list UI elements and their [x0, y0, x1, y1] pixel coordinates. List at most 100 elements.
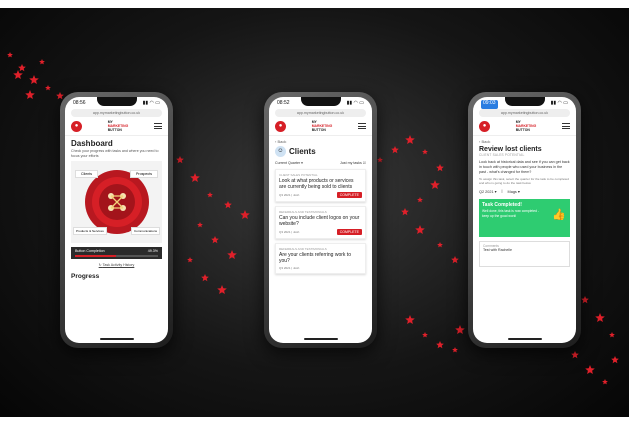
phone-task-detail: 09:03 ▮▮ ◠ ▭ app.mymarketingbutton.co.uk… — [468, 92, 581, 348]
star-icon — [585, 365, 595, 374]
completion-bar — [75, 255, 116, 258]
star-icon — [56, 92, 64, 100]
logo-icon[interactable]: ● — [71, 120, 82, 132]
button-visual: Clients Prospects Products & Services Co… — [71, 161, 162, 244]
hamburger-menu-icon[interactable] — [358, 122, 366, 131]
comments-box[interactable]: Comments Test with Rachelle — [479, 241, 570, 268]
url-bar[interactable]: app.mymarketingbutton.co.uk — [71, 109, 162, 117]
clients-icon: ☺ — [275, 146, 286, 157]
star-icon — [7, 52, 13, 58]
segment-prospects[interactable]: Prospects — [130, 170, 158, 179]
status-time: 08:56 — [73, 100, 86, 106]
star-icon — [602, 379, 608, 385]
star-icon — [422, 149, 428, 155]
segment-communications[interactable]: Communications — [130, 227, 160, 236]
page-subtitle: Check your progress with tasks and where… — [71, 149, 159, 158]
thumbs-up-icon: 👍 — [552, 209, 566, 222]
status-time: 09:03 — [481, 100, 498, 109]
page-title: Dashboard — [71, 139, 113, 148]
assign-instruction: To assign this task, select the quarter … — [479, 177, 569, 186]
segment-clients[interactable]: Clients — [75, 170, 98, 179]
task-card[interactable]: CLIENT SALES POTENTIAL Look at what produ… — [275, 169, 366, 202]
phone-clients: 08:52 ▮▮ ◠ ▭ app.mymarketingbutton.co.uk… — [264, 92, 377, 348]
brand-name: MY MARKETING BUTTON — [107, 120, 129, 132]
star-icon — [187, 257, 193, 263]
star-icon — [571, 351, 579, 359]
star-icon — [224, 201, 232, 209]
task-card-list: CLIENT SALES POTENTIAL Look at what produ… — [275, 169, 366, 274]
star-icon — [190, 173, 200, 182]
home-indicator — [507, 338, 542, 340]
star-icon — [401, 208, 409, 216]
star-icon — [176, 156, 184, 164]
phone-screen: 08:56 ▮▮ ◠ ▭ app.mymarketingbutton.co.uk… — [65, 97, 168, 343]
task-body: Look back at historical data and see if … — [479, 160, 570, 174]
card-meta: Q3 2021 | Josh — [279, 230, 300, 234]
signal-icon: ▮▮ ◠ ▭ — [142, 100, 160, 106]
completion-track — [75, 255, 158, 258]
star-icon — [25, 90, 35, 99]
phone-notch — [300, 97, 341, 106]
segment-products-services[interactable]: Products & Services — [73, 227, 107, 236]
star-icon — [451, 256, 459, 264]
page-title: Clients — [289, 147, 316, 156]
back-link[interactable]: ‹ Back — [479, 139, 570, 144]
logo-icon[interactable]: ● — [275, 120, 286, 132]
url-bar[interactable]: app.mymarketingbutton.co.uk — [275, 109, 366, 117]
assignee-select[interactable]: Mags ▾ — [508, 189, 520, 194]
task-card[interactable]: REFERRALS AND TESTIMONIALS Are your clien… — [275, 243, 366, 274]
card-tag: CLIENT SALES POTENTIAL — [279, 173, 318, 177]
hamburger-menu-icon[interactable] — [154, 122, 162, 131]
chevron-down-icon: ▾ — [301, 161, 303, 165]
comment-text: Test with Rachelle — [483, 248, 512, 253]
star-icon — [452, 347, 458, 353]
brand-name: MY MARKETING BUTTON — [311, 120, 333, 132]
phone-notch — [504, 97, 545, 106]
task-history-link[interactable]: ↻ Task Activity History — [71, 263, 162, 267]
star-icon — [436, 164, 444, 172]
quarter-select[interactable]: Q2 2021 ▾ — [479, 189, 497, 194]
star-icon — [240, 210, 250, 219]
status-badge: COMPLETE — [336, 229, 362, 235]
star-icon — [197, 222, 203, 228]
checkbox-icon: ☑ — [362, 161, 366, 165]
hamburger-menu-icon[interactable] — [562, 122, 570, 131]
url-bar[interactable]: app.mymarketingbutton.co.uk — [479, 109, 570, 117]
back-link[interactable]: ‹ Back — [275, 139, 366, 144]
progress-heading: Progress — [71, 273, 100, 281]
status-badge: COMPLETE — [336, 192, 362, 198]
just-my-tasks-toggle[interactable]: Just my tasks ☑ — [340, 161, 366, 165]
star-icon — [436, 341, 444, 349]
star-icon — [227, 250, 237, 259]
star-icon — [217, 285, 227, 294]
logo-icon[interactable]: ● — [479, 120, 490, 132]
task-completed-panel: Task Completed! Well done, this task is … — [479, 199, 570, 238]
signal-icon: ▮▮ ◠ ▭ — [550, 100, 568, 106]
star-icon — [18, 64, 26, 72]
phone-dashboard: 08:56 ▮▮ ◠ ▭ app.mymarketingbutton.co.uk… — [60, 92, 173, 348]
phone-screen: 09:03 ▮▮ ◠ ▭ app.mymarketingbutton.co.uk… — [473, 97, 576, 343]
completion-label: Button Completion — [75, 249, 105, 254]
home-indicator — [303, 338, 338, 340]
card-title: Can you include client logos on your web… — [279, 215, 360, 227]
brand-name: MY MARKETING BUTTON — [515, 120, 537, 132]
star-icon — [611, 356, 619, 364]
star-icon — [207, 192, 213, 198]
card-meta: Q3 2021 | Josh — [279, 193, 300, 197]
card-tag: REFERRALS AND TESTIMONIALS — [279, 247, 327, 251]
star-icon — [415, 225, 425, 234]
task-tag: CLIENT SALES POTENTIAL — [479, 153, 525, 157]
card-tag: REFERRALS AND TESTIMONIALS — [279, 210, 327, 214]
task-title: Review lost clients — [479, 146, 542, 153]
card-meta: Q3 2021 | Josh — [279, 266, 300, 270]
app-header: ● MY MARKETING BUTTON — [65, 117, 168, 136]
quarter-filter[interactable]: Current Quarter ▾ — [275, 161, 303, 165]
star-icon — [405, 315, 415, 324]
star-icon — [211, 236, 219, 244]
completed-text: Well done, this task is now completed - … — [482, 209, 539, 218]
task-card[interactable]: REFERRALS AND TESTIMONIALS Can you includ… — [275, 206, 366, 239]
completion-panel: Button Completion 49.3% — [71, 247, 162, 260]
app-header: ● MY MARKETING BUTTON — [473, 117, 576, 136]
app-header: ● MY MARKETING BUTTON — [269, 117, 372, 136]
phone-notch — [96, 97, 137, 106]
